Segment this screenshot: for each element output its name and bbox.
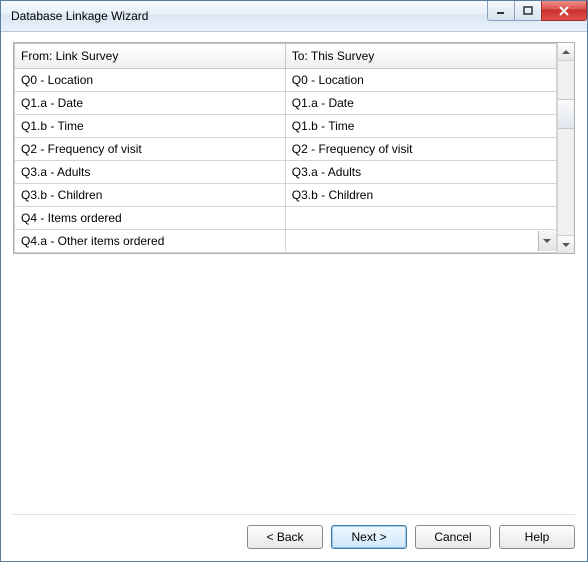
window-title: Database Linkage Wizard: [1, 9, 148, 23]
cell-from[interactable]: Q0 - Location: [15, 69, 286, 92]
chevron-down-icon: [543, 239, 551, 243]
cell-from[interactable]: Q4.a - Other items ordered: [15, 230, 286, 253]
cancel-button[interactable]: Cancel: [415, 525, 491, 549]
window-controls: [488, 1, 587, 21]
table-row[interactable]: Q4.a - Other items ordered: [15, 230, 557, 253]
window: Database Linkage Wizard From:: [0, 0, 588, 562]
cell-from[interactable]: Q1.a - Date: [15, 92, 286, 115]
table-row[interactable]: Q1.b - Time Q1.b - Time: [15, 115, 557, 138]
cell-to[interactable]: Q1.b - Time: [285, 115, 556, 138]
wizard-button-bar: < Back Next > Cancel Help: [13, 514, 575, 549]
vertical-scrollbar[interactable]: [557, 43, 574, 253]
cell-to[interactable]: Q1.a - Date: [285, 92, 556, 115]
table-row[interactable]: Q1.a - Date Q1.a - Date: [15, 92, 557, 115]
close-button[interactable]: [541, 1, 587, 21]
cell-from[interactable]: Q3.a - Adults: [15, 161, 286, 184]
table-row[interactable]: Q3.a - Adults Q3.a - Adults: [15, 161, 557, 184]
table-row[interactable]: Q3.b - Children Q3.b - Children: [15, 184, 557, 207]
cell-to-dropdown[interactable]: [285, 230, 556, 253]
next-button[interactable]: Next >: [331, 525, 407, 549]
scroll-thumb[interactable]: [558, 99, 574, 129]
cell-to[interactable]: Q2 - Frequency of visit: [285, 138, 556, 161]
client-area: From: Link Survey To: This Survey Q0 - L…: [1, 32, 587, 561]
maximize-button[interactable]: [514, 1, 542, 21]
table-row[interactable]: Q2 - Frequency of visit Q2 - Frequency o…: [15, 138, 557, 161]
cell-to[interactable]: Q3.b - Children: [285, 184, 556, 207]
cell-from[interactable]: Q2 - Frequency of visit: [15, 138, 286, 161]
cell-from[interactable]: Q4 - Items ordered: [15, 207, 286, 230]
dropdown-button[interactable]: [538, 231, 556, 251]
back-button[interactable]: < Back: [247, 525, 323, 549]
dropdown-value: [286, 232, 538, 250]
cell-from[interactable]: Q3.b - Children: [15, 184, 286, 207]
table-row[interactable]: Q0 - Location Q0 - Location: [15, 69, 557, 92]
chevron-down-icon: [562, 243, 570, 247]
close-icon: [558, 6, 570, 16]
mapping-table-wrap: From: Link Survey To: This Survey Q0 - L…: [13, 42, 575, 254]
cell-from[interactable]: Q1.b - Time: [15, 115, 286, 138]
col-header-from[interactable]: From: Link Survey: [15, 44, 286, 69]
table-header-row: From: Link Survey To: This Survey: [15, 44, 557, 69]
scroll-down-button[interactable]: [558, 235, 574, 253]
col-header-to[interactable]: To: This Survey: [285, 44, 556, 69]
cell-to[interactable]: [285, 207, 556, 230]
maximize-icon: [523, 6, 533, 16]
mapping-table: From: Link Survey To: This Survey Q0 - L…: [14, 43, 557, 253]
chevron-up-icon: [562, 50, 570, 54]
scroll-up-button[interactable]: [558, 43, 574, 61]
cell-to[interactable]: Q0 - Location: [285, 69, 556, 92]
help-button[interactable]: Help: [499, 525, 575, 549]
minimize-button[interactable]: [487, 1, 515, 21]
titlebar: Database Linkage Wizard: [1, 1, 587, 32]
minimize-icon: [496, 6, 506, 16]
table-row[interactable]: Q4 - Items ordered: [15, 207, 557, 230]
cell-to[interactable]: Q3.a - Adults: [285, 161, 556, 184]
